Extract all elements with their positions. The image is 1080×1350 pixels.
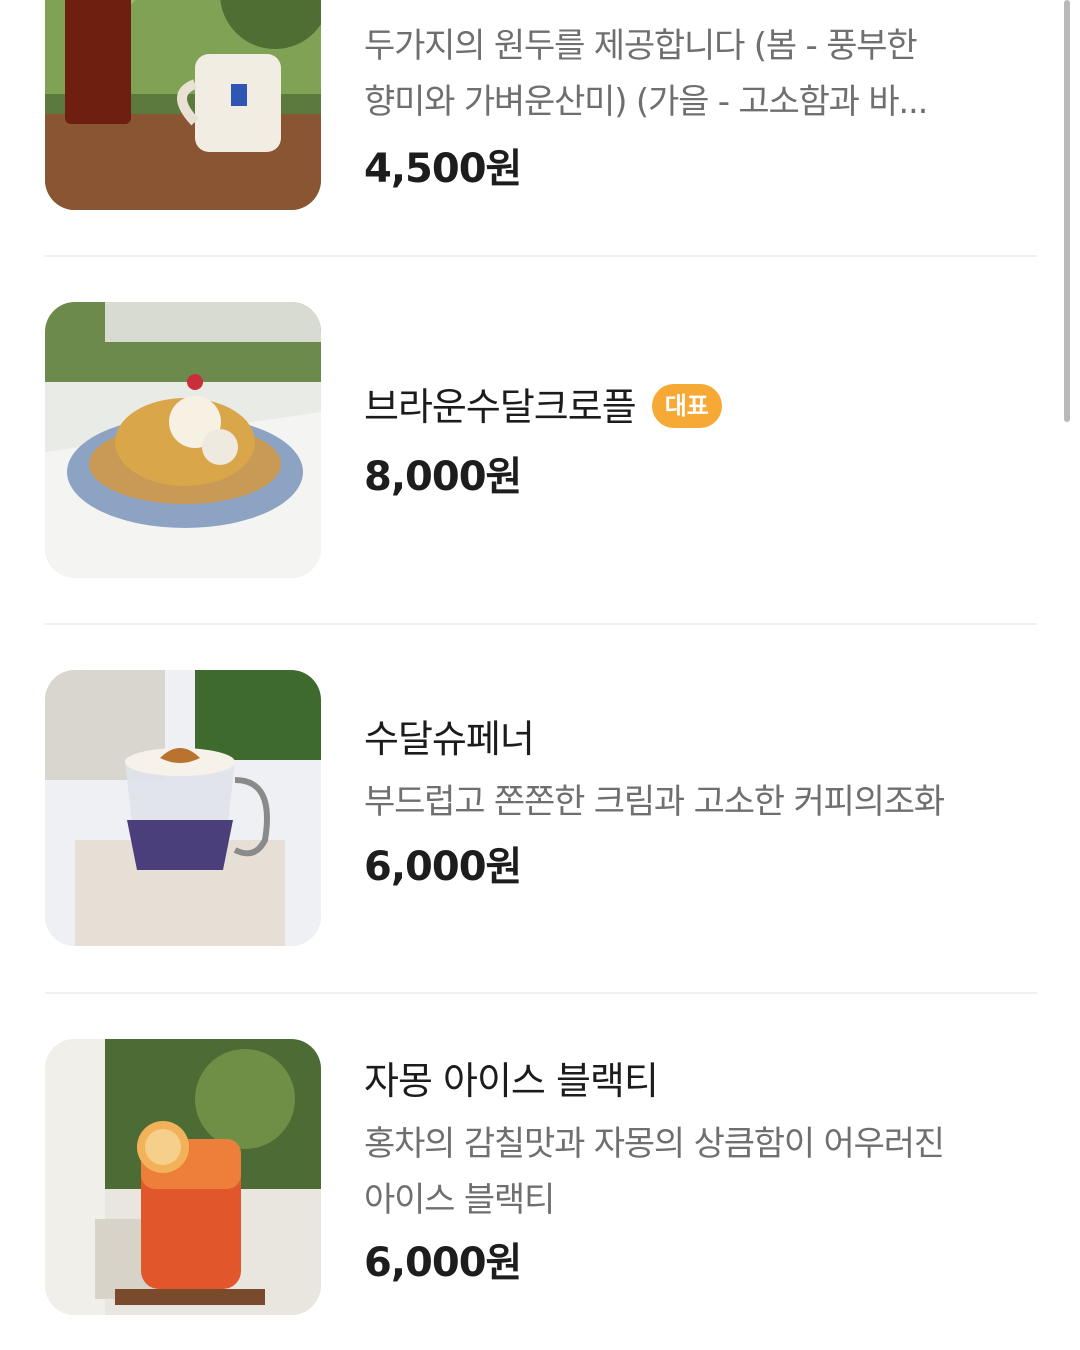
menu-item-photo[interactable]: [45, 1039, 321, 1315]
menu-item[interactable]: 자몽 아이스 블랙티 홍차의 감칠맛과 자몽의 상큼함이 어우러진 아이스 블랙…: [45, 1039, 1037, 1315]
menu-item-description: 향미와 가벼운산미) (가을 - 고소함과 바...: [364, 82, 928, 122]
menu-item-photo[interactable]: [45, 670, 321, 946]
menu-item-name: 자몽 아이스 블랙티: [364, 1059, 659, 1103]
grapefruit-iced-tea-photo: [45, 1039, 321, 1315]
menu-item-price: 4,500원: [364, 146, 522, 192]
menu-item-description: 홍차의 감칠맛과 자몽의 상큼함이 어우러진: [364, 1124, 945, 1164]
croffle-dessert-photo: [45, 302, 321, 578]
menu-item-description: 아이스 블랙티: [364, 1180, 555, 1220]
menu-item-photo[interactable]: [45, 0, 321, 210]
divider: [45, 992, 1037, 994]
menu-item-price: 6,000원: [364, 844, 522, 890]
einspanner-glass-photo: [45, 670, 321, 946]
menu-item-description: 두가지의 원두를 제공합니다 (봄 - 풍부한: [364, 26, 918, 66]
menu-item-name: 수달슈페너: [364, 717, 535, 761]
scrollbar[interactable]: [1064, 0, 1070, 422]
divider: [45, 623, 1037, 625]
menu-item-photo[interactable]: [45, 302, 321, 578]
divider: [45, 255, 1037, 257]
signature-badge: 대표: [651, 383, 722, 428]
menu-item[interactable]: 두가지의 원두를 제공합니다 (봄 - 풍부한 향미와 가벼운산미) (가을 -…: [45, 0, 1037, 256]
menu-item-name-text: 브라운수달크로플: [364, 385, 637, 429]
iced-americano-and-mug-photo: [45, 0, 321, 210]
menu-item-description: 부드럽고 쫀쫀한 크림과 고소한 커피의조화: [364, 782, 945, 822]
menu-item-price: 8,000원: [364, 454, 522, 500]
menu-item-price: 6,000원: [364, 1240, 522, 1286]
menu-list: 두가지의 원두를 제공합니다 (봄 - 풍부한 향미와 가벼운산미) (가을 -…: [0, 0, 1080, 1350]
menu-item-name: 브라운수달크로플 대표: [364, 382, 1036, 432]
menu-item[interactable]: 브라운수달크로플 대표 8,000원: [45, 302, 1037, 578]
menu-item[interactable]: 수달슈페너 부드럽고 쫀쫀한 크림과 고소한 커피의조화 6,000원: [45, 670, 1037, 946]
